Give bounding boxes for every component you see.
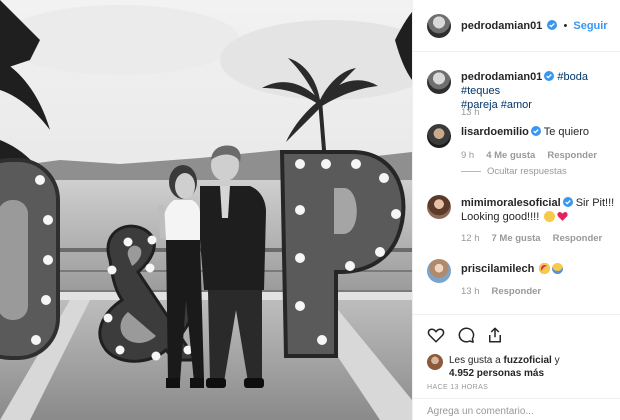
winking-face-icon [544, 211, 556, 222]
author-username[interactable]: pedrodamian01 [461, 20, 542, 32]
post-photo[interactable] [0, 0, 412, 420]
screaming-face-icon [552, 263, 564, 274]
verified-badge-icon [544, 71, 555, 81]
comment-avatar[interactable] [427, 195, 451, 219]
comment-meta: 13 h Responder [461, 286, 541, 297]
likes-connector: y [554, 355, 560, 366]
comment-username[interactable]: priscilamilech [461, 263, 534, 275]
post-caption: pedrodamian01 #boda #teques #pareja #amo… [461, 70, 616, 112]
liker-username[interactable]: fuzzoficial [504, 355, 552, 366]
actions-divider [413, 314, 620, 315]
verified-badge-icon [562, 197, 573, 207]
post-header: pedrodamian01 • Seguir [461, 19, 616, 33]
comment-icon[interactable] [457, 326, 475, 344]
comment-age: 13 h [461, 286, 480, 297]
comment-age: 12 h [461, 233, 480, 244]
author-avatar[interactable] [427, 14, 451, 38]
comment-meta: 9 h 4 Me gusta Responder [461, 150, 597, 161]
heart-eyes-icon [539, 263, 551, 274]
comment-text: Te quiero [543, 126, 589, 138]
share-icon[interactable] [486, 326, 504, 344]
likes-summary: Les gusta a fuzzoficial y [449, 354, 616, 368]
add-comment-input[interactable]: Agrega un comentario... [427, 406, 617, 417]
likes-count[interactable]: 4.952 personas más [449, 367, 616, 381]
heart-icon[interactable] [427, 326, 445, 344]
header-divider [413, 51, 620, 52]
comment-username[interactable]: lisardoemilio [461, 126, 529, 138]
comment-meta: 12 h 7 Me gusta Responder [461, 233, 602, 244]
verified-badge-icon [547, 20, 558, 30]
comment-lisardoemilio: lisardoemilio Te quiero [461, 125, 616, 139]
caption-username[interactable]: pedrodamian01 [461, 71, 542, 83]
comment-text-line1: Sir Pit!!! [575, 197, 615, 209]
caption-age: 13 h [461, 107, 480, 118]
comment-priscilamilech: priscilamilech [461, 262, 616, 276]
comment-likes[interactable]: 7 Me gusta [492, 233, 541, 244]
reply-button[interactable]: Responder [553, 233, 603, 244]
verified-badge-icon [530, 126, 541, 136]
comment-avatar[interactable] [427, 124, 451, 148]
comment-text-line2: Looking good!!!! [461, 211, 540, 223]
liker-avatar[interactable] [427, 354, 443, 370]
comment-age: 9 h [461, 150, 475, 161]
comment-divider [413, 398, 620, 399]
follow-button[interactable]: Seguir [573, 20, 607, 32]
comment-avatar[interactable] [427, 259, 451, 283]
likes-prefix: Les gusta a [449, 355, 501, 366]
replies-line [461, 171, 481, 172]
posted-ago: HACE 13 HORAS [427, 384, 489, 391]
red-heart-icon [557, 212, 568, 221]
wedding-photo-illustration [0, 0, 412, 420]
separator-dot: • [563, 20, 568, 32]
hide-replies-button[interactable]: Ocultar respuestas [487, 166, 567, 177]
reply-button[interactable]: Responder [547, 150, 597, 161]
caption-author-avatar[interactable] [427, 70, 451, 94]
comment-username[interactable]: mimimoralesoficial [461, 197, 561, 209]
comment-likes[interactable]: 4 Me gusta [486, 150, 535, 161]
post-side-panel: pedrodamian01 • Seguir pedrodamian01 #bo… [412, 0, 620, 420]
comment-mimimoralesoficial: mimimoralesoficial Sir Pit!!! Looking go… [461, 196, 616, 224]
reply-button[interactable]: Responder [492, 286, 542, 297]
